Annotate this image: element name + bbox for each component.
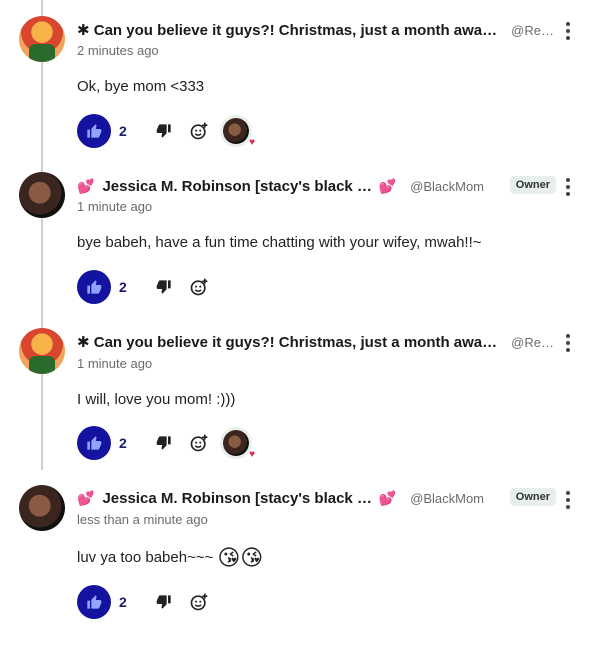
heart-icon: 💕 bbox=[378, 177, 397, 194]
author-handle[interactable]: @BlackMom bbox=[410, 179, 484, 194]
comment-time: 1 minute ago bbox=[77, 356, 153, 371]
add-reaction-icon[interactable] bbox=[187, 590, 211, 614]
comment-header: ✱ Can you believe it guys?! Christmas, j… bbox=[77, 331, 554, 353]
comment-header: 💕 Jessica M. Robinson [stacy's black mom… bbox=[77, 175, 484, 197]
avatar[interactable] bbox=[19, 485, 65, 531]
comment-text: Ok, bye mom <333 bbox=[77, 78, 205, 95]
heart-icon: ♥ bbox=[249, 449, 255, 460]
heart-icon: 💕 bbox=[77, 177, 95, 194]
owner-badge: Owner bbox=[509, 176, 556, 194]
thumbs-down-icon[interactable] bbox=[153, 432, 175, 454]
comment-header: ✱ Can you believe it guys?! Christmas, j… bbox=[77, 19, 554, 41]
comment-text: I will, love you mom! :))) bbox=[77, 391, 236, 408]
comment-time: 1 minute ago bbox=[77, 199, 153, 214]
comment-time: 2 minutes ago bbox=[77, 43, 159, 58]
more-vertical-icon[interactable] bbox=[564, 334, 572, 352]
author-name[interactable]: Jessica M. Robinson [stacy's black mom] bbox=[102, 178, 372, 195]
avatar[interactable] bbox=[19, 328, 65, 374]
comment-text: luv ya too babeh~~~ 😘😘 bbox=[77, 545, 263, 571]
comment-text-content: luv ya too babeh~~~ bbox=[77, 548, 214, 566]
author-handle[interactable]: @BlackMom bbox=[410, 491, 484, 506]
more-vertical-icon[interactable] bbox=[564, 491, 572, 509]
comment-text: bye babeh, have a fun time chatting with… bbox=[77, 234, 482, 251]
thumbs-up-icon[interactable] bbox=[77, 270, 111, 304]
heart-icon: ♥ bbox=[249, 137, 255, 148]
reaction-avatar[interactable]: ♥ bbox=[223, 118, 255, 148]
thread-line bbox=[41, 0, 43, 470]
author-name[interactable]: ✱ Can you believe it guys?! Christmas, j… bbox=[77, 21, 505, 39]
comment-actions: 2 ♥ bbox=[77, 114, 255, 148]
thumbs-up-icon[interactable] bbox=[77, 426, 111, 460]
thumbs-down-icon[interactable] bbox=[153, 120, 175, 142]
comment-header: 💕 Jessica M. Robinson [stacy's black mom… bbox=[77, 487, 484, 509]
owner-badge: Owner bbox=[509, 488, 556, 506]
comment-time: less than a minute ago bbox=[77, 512, 208, 527]
more-vertical-icon[interactable] bbox=[564, 178, 572, 196]
comment-actions: 2 ♥ bbox=[77, 426, 255, 460]
comment-actions: 2 bbox=[77, 585, 211, 619]
avatar[interactable] bbox=[19, 16, 65, 62]
like-count: 2 bbox=[119, 594, 127, 610]
author-handle[interactable]: @Re… bbox=[511, 23, 554, 38]
like-count: 2 bbox=[119, 123, 127, 139]
add-reaction-icon[interactable] bbox=[187, 275, 211, 299]
thumbs-up-icon[interactable] bbox=[77, 114, 111, 148]
author-name[interactable]: Jessica M. Robinson [stacy's black mom] bbox=[102, 490, 372, 507]
like-count: 2 bbox=[119, 435, 127, 451]
comment-actions: 2 bbox=[77, 270, 211, 304]
author-handle[interactable]: @Re… bbox=[511, 335, 554, 350]
more-vertical-icon[interactable] bbox=[564, 22, 572, 40]
add-reaction-icon[interactable] bbox=[187, 119, 211, 143]
heart-icon: 💕 bbox=[378, 489, 397, 506]
add-reaction-icon[interactable] bbox=[187, 431, 211, 455]
thumbs-down-icon[interactable] bbox=[153, 591, 175, 613]
author-name[interactable]: ✱ Can you believe it guys?! Christmas, j… bbox=[77, 333, 505, 351]
thumbs-down-icon[interactable] bbox=[153, 276, 175, 298]
heart-icon: 💕 bbox=[77, 489, 95, 506]
kiss-emoji: 😘😘 bbox=[217, 545, 264, 570]
reaction-avatar[interactable]: ♥ bbox=[223, 430, 255, 460]
like-count: 2 bbox=[119, 279, 127, 295]
thumbs-up-icon[interactable] bbox=[77, 585, 111, 619]
avatar[interactable] bbox=[19, 172, 65, 218]
